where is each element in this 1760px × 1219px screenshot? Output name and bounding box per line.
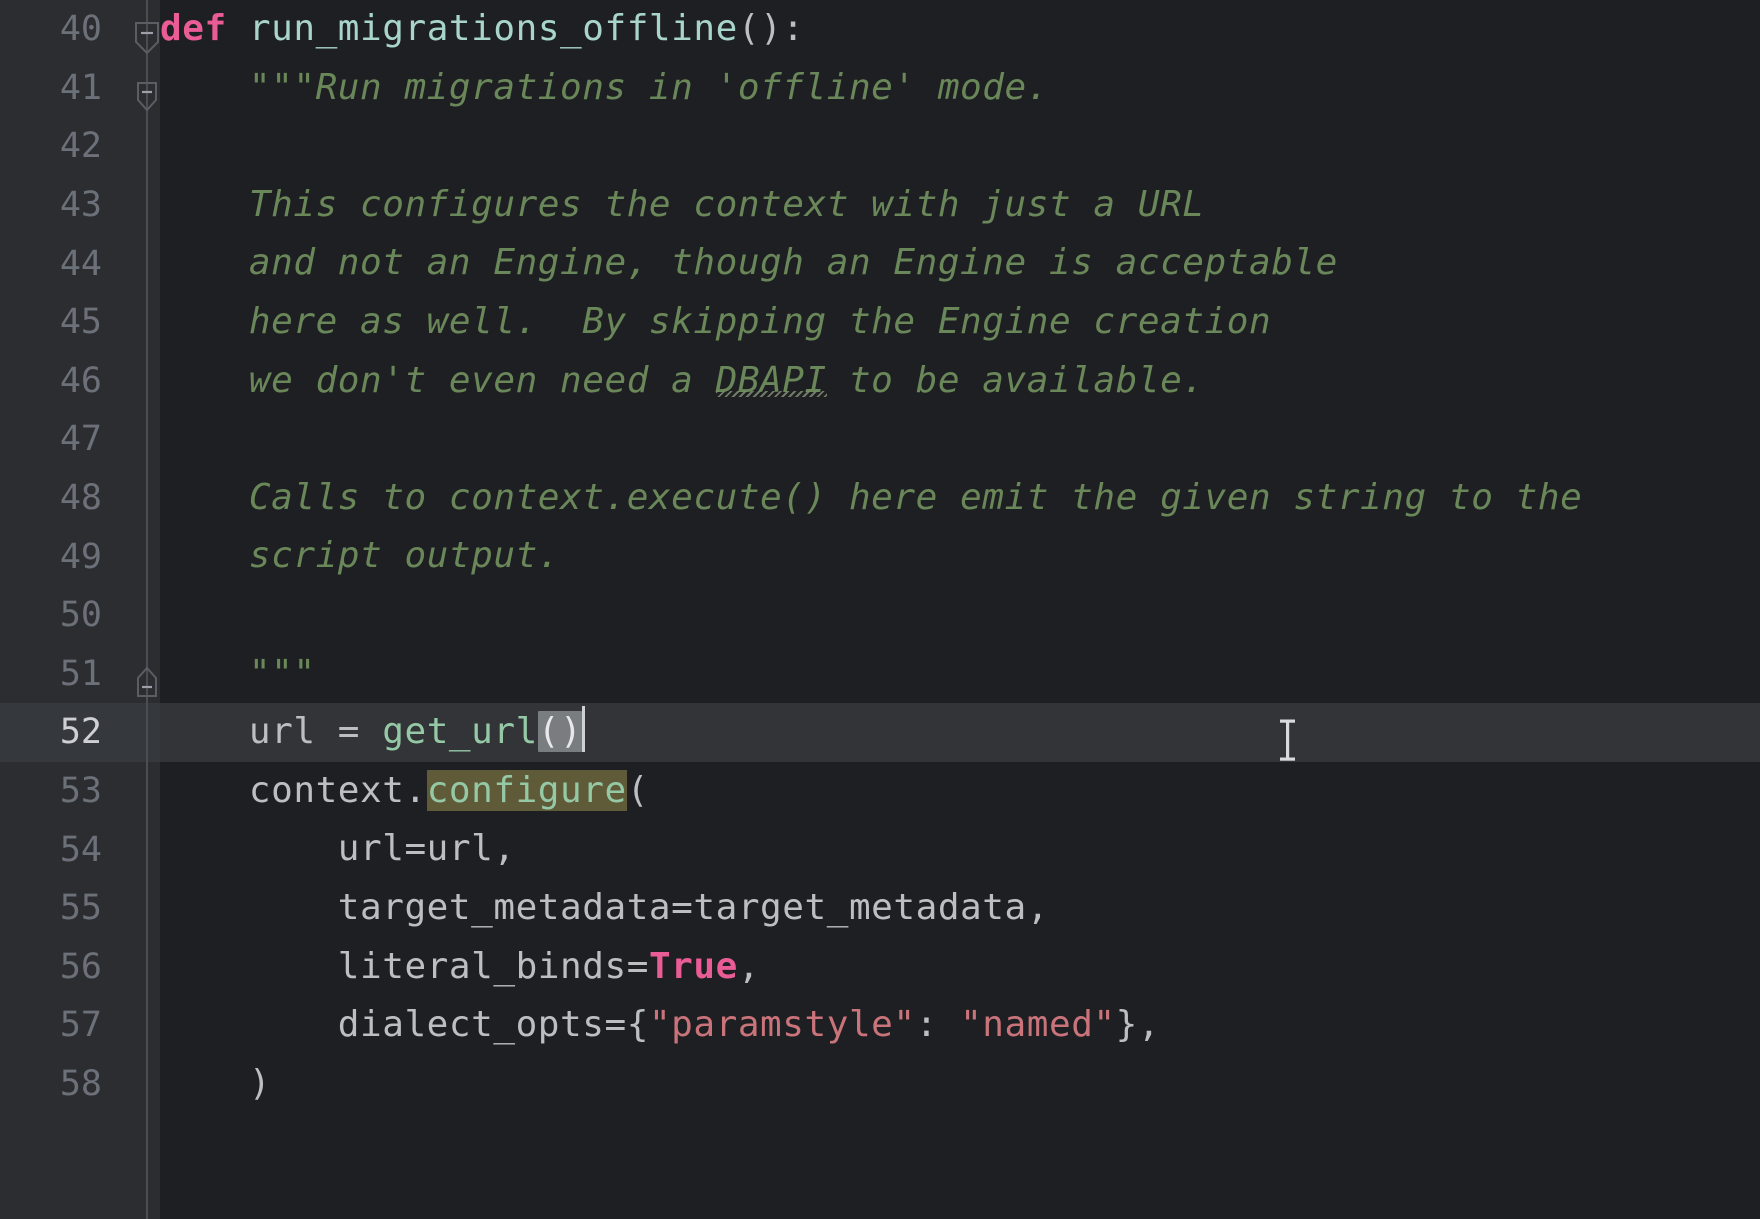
code-line[interactable]: 44 and not an Engine, though an Engine i… [0,234,1760,293]
line-number: 51 [59,653,102,694]
line-number: 53 [59,771,102,812]
code-line-text[interactable]: dialect_opts={"paramstyle": "named"}, [160,996,1160,1055]
fold-marker-line-40[interactable] [130,20,164,60]
code-token: run_migrations_offline [248,8,738,49]
code-token: dialect_opts={ [160,1004,649,1046]
code-token: we don't even need a [160,359,716,401]
line-number: 58 [59,1063,102,1104]
line-number: 56 [59,946,102,987]
code-token: "named" [960,1004,1116,1046]
code-token: This configures the context with just a … [160,183,1205,225]
code-token: = [337,711,383,753]
line-number: 55 [59,888,102,929]
code-line-text[interactable]: script output. [160,527,560,586]
text-caret [582,706,586,753]
code-token: to be available. [826,359,1205,401]
code-line-text[interactable]: Calls to context.execute() here emit the… [160,469,1582,528]
line-number: 46 [59,360,102,401]
code-line-text[interactable]: we don't even need a DBAPI to be availab… [160,352,1205,411]
code-line[interactable]: 52 url = get_url() [0,703,1760,762]
code-line-text[interactable]: literal_binds=True, [160,938,760,997]
fold-marker-line-51[interactable] [130,666,164,706]
line-number: 43 [59,185,102,226]
code-token: ( [626,769,649,811]
line-number: 42 [59,126,102,167]
code-line[interactable]: 53 context.configure( [0,762,1760,821]
indent-guide-line [146,0,148,1219]
code-line[interactable]: 43 This configures the context with just… [0,176,1760,235]
code-token: "paramstyle" [648,1004,916,1046]
line-number: 45 [59,302,102,343]
code-line-text[interactable]: and not an Engine, though an Engine is a… [160,234,1338,293]
line-number: 40 [59,9,102,50]
code-token: and not an Engine, though an Engine is a… [160,242,1338,284]
line-number: 47 [59,419,102,460]
code-token: def [160,8,249,49]
code-line[interactable]: 45 here as well. By skipping the Engine … [0,293,1760,352]
code-line-text[interactable]: def run_migrations_offline(): [160,0,805,59]
code-line-text[interactable]: ) [160,1055,271,1114]
code-token: }, [1115,1004,1161,1046]
code-line-text[interactable]: here as well. By skipping the Engine cre… [160,293,1271,352]
line-number: 49 [59,536,102,577]
code-token: url [160,711,338,753]
code-token: context. [160,769,427,811]
code-token: : [915,1004,961,1046]
code-line-text[interactable]: context.configure( [160,762,649,821]
code-line[interactable]: 51 """ [0,645,1760,704]
code-token: DBAPI [715,359,827,401]
code-line[interactable]: 56 literal_binds=True, [0,938,1760,997]
code-line[interactable]: 50 [0,586,1760,645]
code-line-text[interactable]: target_metadata=target_metadata, [160,879,1049,938]
code-line[interactable]: 41 """Run migrations in 'offline' mode. [0,59,1760,118]
code-line-text[interactable]: url = get_url() [160,703,586,762]
code-token: """Run migrations in 'offline' mode. [160,66,1049,108]
line-number: 57 [59,1005,102,1046]
line-number: 54 [59,829,102,870]
code-line[interactable]: 58 ) [0,1055,1760,1114]
line-number: 52 [59,712,102,753]
code-token: get_url [382,711,538,753]
code-line-text[interactable]: This configures the context with just a … [160,176,1205,235]
code-token: target_metadata=target_metadata, [160,886,1049,928]
code-token: """ [160,652,316,694]
code-token: configure [426,769,627,811]
code-token: Calls to context.execute() here emit the… [160,476,1583,518]
code-token: script output. [160,535,561,577]
code-token: ) [160,1062,272,1104]
code-line[interactable]: 40 def run_migrations_offline(): [0,0,1760,59]
code-line[interactable]: 42 [0,117,1760,176]
code-line[interactable]: 57 dialect_opts={"paramstyle": "named"}, [0,996,1760,1055]
code-line[interactable]: 47 [0,410,1760,469]
code-line[interactable]: 49 script output. [0,527,1760,586]
code-token: () [537,711,583,753]
line-number: 50 [59,595,102,636]
code-token: literal_binds= [160,945,649,987]
fold-marker-line-41[interactable] [130,80,164,120]
line-number: 44 [59,243,102,284]
editor-text-area[interactable]: 40 def run_migrations_offline(): 41 """Run… [0,0,1760,1219]
line-number: 41 [59,67,102,108]
code-editor-window: 40 def run_migrations_offline(): 41 """Run… [0,0,1760,1219]
code-token: here as well. By skipping the Engine cre… [160,300,1272,342]
code-token: (): [737,8,805,49]
code-token: url=url, [160,828,516,870]
code-line[interactable]: 46 we don't even need a DBAPI to be avai… [0,352,1760,411]
code-line[interactable]: 54 url=url, [0,820,1760,879]
code-line-text[interactable]: """Run migrations in 'offline' mode. [160,59,1049,118]
code-line-text[interactable]: url=url, [160,820,516,879]
line-number: 48 [59,478,102,519]
code-token: True [648,945,738,987]
code-line[interactable]: 55 target_metadata=target_metadata, [0,879,1760,938]
code-token: , [737,945,761,987]
code-line[interactable]: 48 Calls to context.execute() here emit … [0,469,1760,528]
code-line-text[interactable]: """ [160,645,316,704]
